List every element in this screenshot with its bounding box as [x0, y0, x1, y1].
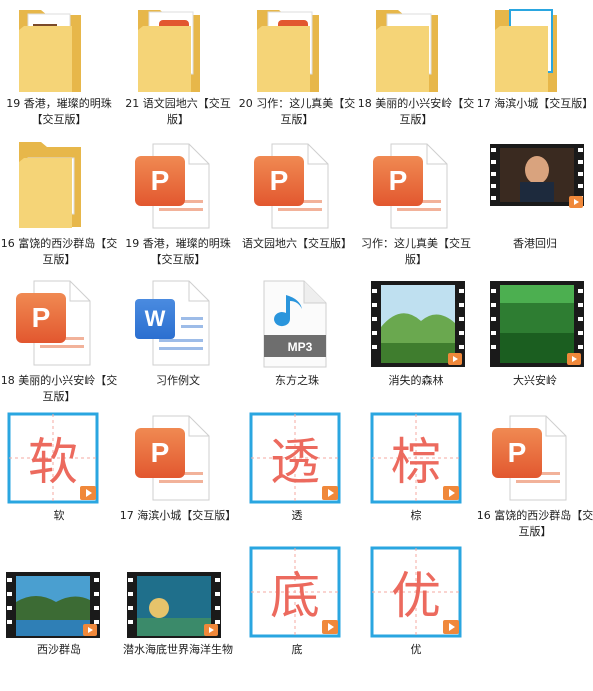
- pptx-file-item[interactable]: P 18 美丽的小兴安岭【交互版】: [0, 277, 118, 409]
- file-label: 优: [410, 643, 422, 656]
- file-explorer-icon-view: { "files": [ {"label": "19 香港，璀璨的明珠【交互版】…: [0, 0, 593, 691]
- folder-item[interactable]: 16 富饶的西沙群岛【交互版】: [0, 140, 118, 272]
- pptx-file-item[interactable]: P 17 海滨小城【交互版】: [119, 412, 237, 544]
- character-glyph: 透: [270, 433, 320, 491]
- pptx-file-item[interactable]: P 19 香港，璀璨的明珠【交互版】: [119, 140, 237, 272]
- char-video-file-item[interactable]: 底 底: [238, 546, 356, 678]
- char-video-file-item[interactable]: 软 软: [0, 412, 118, 544]
- folder-item[interactable]: 棕 17 海滨小城【交互版】: [476, 0, 593, 132]
- powerpoint-file-icon: P: [0, 277, 118, 369]
- char-video-file-item[interactable]: 透 透: [238, 412, 356, 544]
- file-label: 潜水海底世界海洋生物: [123, 643, 233, 656]
- video-file-item[interactable]: 潜水海底世界海洋生物: [119, 546, 237, 678]
- video-file-icon: [357, 277, 475, 369]
- character-video-icon: 软: [0, 412, 118, 504]
- file-label: 棕: [410, 509, 422, 522]
- pptx-file-item[interactable]: P 习作：这儿真美【交互版】: [357, 140, 475, 272]
- file-label: 18 美丽的小兴安岭【交互版】: [0, 374, 118, 403]
- character-glyph: 软: [28, 433, 78, 491]
- folder-icon: 棕: [476, 0, 593, 92]
- file-label: 消失的森林: [388, 374, 444, 387]
- character-video-icon: 透: [238, 412, 356, 504]
- file-label: 19 香港，璀璨的明珠【交互版】: [125, 237, 231, 266]
- folder-icon: [357, 0, 475, 92]
- video-file-icon: [476, 277, 593, 369]
- char-video-file-item[interactable]: 优 优: [357, 546, 475, 678]
- character-glyph: 优: [391, 567, 441, 625]
- character-glyph: 棕: [391, 433, 441, 491]
- file-label: 16 富饶的西沙群岛【交互版】: [0, 237, 118, 266]
- powerpoint-file-icon: P: [476, 412, 593, 504]
- video-file-item[interactable]: 大兴安岭: [476, 277, 593, 409]
- pptx-file-item[interactable]: P 语文园地六【交互版】: [238, 140, 356, 272]
- character-video-icon: 棕: [357, 412, 475, 504]
- docx-file-item[interactable]: W 习作例文: [119, 277, 237, 409]
- file-label: 17 海滨小城【交互版】: [476, 97, 593, 110]
- mp3-file-item[interactable]: MP3 东方之珠: [238, 277, 356, 409]
- file-label: 香港回归: [513, 237, 557, 250]
- powerpoint-file-icon: P: [238, 140, 356, 232]
- file-label: 软: [53, 509, 65, 522]
- folder-icon: [0, 0, 118, 92]
- video-file-item[interactable]: 消失的森林: [357, 277, 475, 409]
- word-file-icon: W: [119, 277, 237, 369]
- file-label: 17 海滨小城【交互版】: [119, 509, 237, 522]
- character-video-icon: 底: [238, 546, 356, 638]
- file-label: 18 美丽的小兴安岭【交互版】: [357, 97, 475, 126]
- video-file-icon: [476, 140, 593, 232]
- powerpoint-file-icon: P: [357, 140, 475, 232]
- folder-icon: [238, 0, 356, 92]
- folder-item[interactable]: 19 香港，璀璨的明珠【交互版】: [0, 0, 118, 132]
- file-label: 东方之珠: [275, 374, 319, 387]
- file-label: 19 香港，璀璨的明珠【交互版】: [6, 97, 112, 126]
- powerpoint-file-icon: P: [119, 140, 237, 232]
- file-label: 西沙群岛: [37, 643, 81, 656]
- folder-item[interactable]: 21 语文园地六【交互版】: [119, 0, 237, 132]
- character-glyph: 底: [270, 567, 320, 625]
- file-label: 20 习作：这儿真美【交互版】: [238, 97, 356, 126]
- folder-icon: [0, 140, 118, 232]
- file-label: 大兴安岭: [513, 374, 557, 387]
- folder-item[interactable]: 18 美丽的小兴安岭【交互版】: [357, 0, 475, 132]
- video-file-icon: [0, 546, 118, 638]
- folder-item[interactable]: 20 习作：这儿真美【交互版】: [238, 0, 356, 132]
- file-label: 习作例文: [156, 374, 200, 387]
- music-file-icon: MP3: [238, 277, 356, 369]
- file-label: 透: [291, 509, 303, 522]
- file-label: 语文园地六【交互版】: [242, 237, 352, 250]
- pptx-file-item[interactable]: P 16 富饶的西沙群岛【交互版】: [476, 412, 593, 544]
- file-label: 16 富饶的西沙群岛【交互版】: [476, 509, 593, 538]
- file-label: 21 语文园地六【交互版】: [125, 97, 231, 126]
- video-file-item[interactable]: 香港回归: [476, 140, 593, 272]
- powerpoint-file-icon: P: [119, 412, 237, 504]
- file-label: 习作：这儿真美【交互版】: [361, 237, 471, 266]
- video-file-icon: [119, 546, 237, 638]
- video-file-item[interactable]: 西沙群岛: [0, 546, 118, 678]
- character-video-icon: 优: [357, 546, 475, 638]
- file-label: 底: [291, 643, 303, 656]
- folder-icon: [119, 0, 237, 92]
- char-video-file-item[interactable]: 棕 棕: [357, 412, 475, 544]
